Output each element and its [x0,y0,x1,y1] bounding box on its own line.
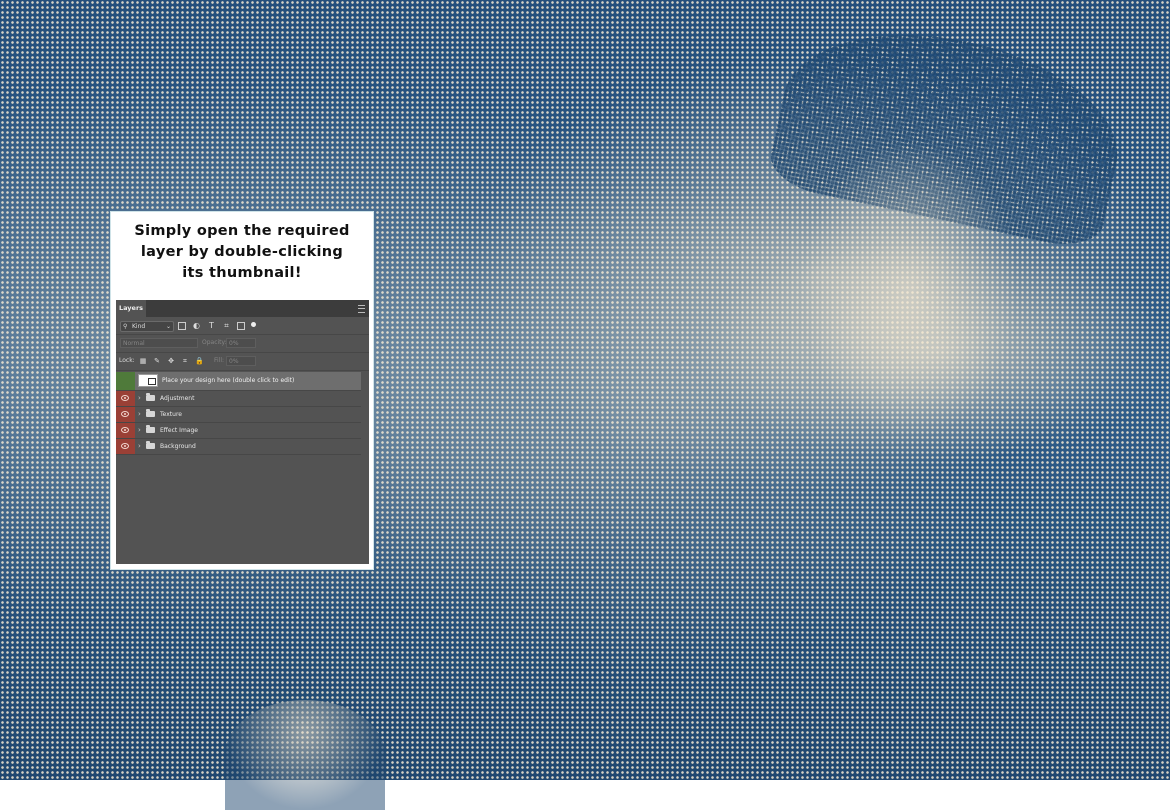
layer-group-adjustment[interactable]: › Adjustment [116,391,361,407]
photo-cup-area [225,700,385,810]
instruction-headline: Simply open the required layer by double… [111,221,373,284]
chevron-right-icon[interactable]: › [138,442,141,450]
panel-menu-icon[interactable] [358,305,365,313]
blend-mode-select[interactable]: Normal [120,338,198,348]
layers-panel: Layers ⚲ Kind ⌄ ◐ T ⌗ Normal Opacity: 0% [116,300,369,564]
eye-icon [121,427,129,433]
kind-filter-select[interactable]: ⚲ Kind ⌄ [120,321,174,332]
chevron-right-icon[interactable]: › [138,394,141,402]
layer-group-effect-image[interactable]: › Effect Image [116,423,361,439]
smart-object-filter-icon[interactable] [237,322,245,330]
lock-row: Lock: ▦ ✎ ✥ ⌗ 🔒 Fill: 0% [116,353,369,371]
folder-icon [146,425,155,433]
layer-name: Adjustment [160,395,195,402]
layer-smart-object[interactable]: Place your design here (double click to … [116,372,361,391]
lock-artboard-icon[interactable]: ⌗ [181,356,189,366]
fill-field[interactable]: 0% [226,356,256,366]
lock-all-icon[interactable]: 🔒 [195,356,204,366]
folder-icon [146,393,155,401]
photo-face-area [800,140,1020,440]
opacity-label: Opacity: [202,339,227,346]
visibility-toggle[interactable] [116,423,135,438]
eye-icon [121,443,129,449]
type-filter-icon[interactable]: T [207,321,216,330]
opacity-field[interactable]: 0% [226,338,256,348]
layer-name: Texture [160,411,182,418]
filter-row: ⚲ Kind ⌄ ◐ T ⌗ [116,317,369,335]
layer-name: Effect Image [160,427,198,434]
layer-name: Place your design here (double click to … [162,377,295,384]
headline-line-1: Simply open the required [134,223,350,239]
chevron-right-icon[interactable]: › [138,426,141,434]
lock-label: Lock: [119,357,135,364]
kind-label: Kind [132,323,146,330]
fill-label: Fill: [214,357,225,364]
visibility-toggle[interactable] [116,407,135,422]
image-filter-icon[interactable] [178,322,186,330]
lock-brush-icon[interactable]: ✎ [153,356,161,366]
chevron-down-icon: ⌄ [165,323,171,330]
layer-name: Background [160,443,196,450]
search-icon: ⚲ [123,323,128,330]
visibility-toggle[interactable] [116,372,135,390]
folder-icon [146,409,155,417]
chevron-right-icon[interactable]: › [138,410,141,418]
layer-group-texture[interactable]: › Texture [116,407,361,423]
tab-layers[interactable]: Layers [116,300,146,317]
eye-icon [121,395,129,401]
blend-row: Normal Opacity: 0% [116,335,369,353]
lock-move-icon[interactable]: ✥ [167,356,175,366]
lock-transparent-icon[interactable]: ▦ [139,356,147,366]
visibility-toggle[interactable] [116,439,135,454]
eye-icon [121,411,129,417]
filter-toggle-dot-icon[interactable] [251,322,256,327]
shape-filter-icon[interactable]: ⌗ [222,321,231,330]
folder-icon [146,441,155,449]
adjustment-filter-icon[interactable]: ◐ [192,321,201,330]
instruction-card: Simply open the required layer by double… [111,212,373,569]
layer-group-background[interactable]: › Background [116,439,361,455]
headline-line-3: its thumbnail! [182,265,302,281]
smart-object-thumbnail[interactable] [138,374,158,387]
layers-list: Place your design here (double click to … [116,372,361,455]
visibility-toggle[interactable] [116,391,135,406]
panel-tab-bar: Layers [116,300,369,317]
headline-line-2: layer by double-clicking [140,244,344,260]
